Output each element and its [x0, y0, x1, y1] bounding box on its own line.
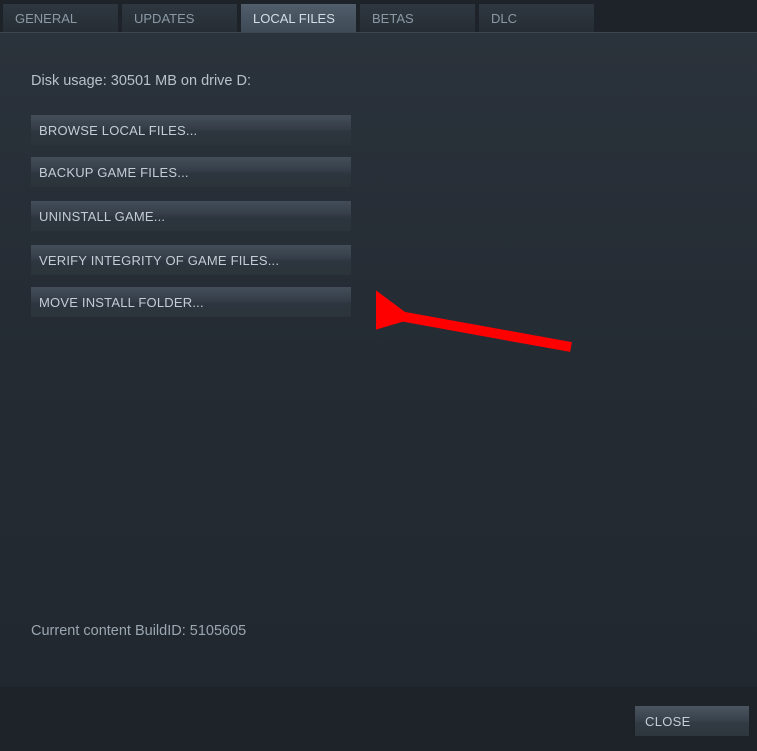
verify-integrity-button[interactable]: VERIFY INTEGRITY OF GAME FILES... [31, 245, 351, 275]
tab-updates[interactable]: UPDATES [122, 4, 237, 32]
build-id-label: Current content BuildID: 5105605 [31, 623, 246, 639]
move-install-folder-button[interactable]: MOVE INSTALL FOLDER... [31, 287, 351, 317]
browse-local-files-button[interactable]: BROWSE LOCAL FILES... [31, 115, 351, 145]
tab-local-files[interactable]: LOCAL FILES [241, 4, 356, 32]
tab-general[interactable]: GENERAL [3, 4, 118, 32]
local-files-panel: Disk usage: 30501 MB on drive D: BROWSE … [0, 33, 757, 687]
tab-dlc[interactable]: DLC [479, 4, 594, 32]
action-buttons: BROWSE LOCAL FILES... BACKUP GAME FILES.… [31, 115, 729, 317]
disk-usage-label: Disk usage: 30501 MB on drive D: [31, 73, 729, 89]
tab-bar: GENERAL UPDATES LOCAL FILES BETAS DLC [0, 0, 757, 33]
uninstall-game-button[interactable]: UNINSTALL GAME... [31, 201, 351, 231]
tab-betas[interactable]: BETAS [360, 4, 475, 32]
footer-bar: CLOSE [0, 691, 757, 751]
close-button[interactable]: CLOSE [635, 706, 749, 736]
backup-game-files-button[interactable]: BACKUP GAME FILES... [31, 157, 351, 187]
